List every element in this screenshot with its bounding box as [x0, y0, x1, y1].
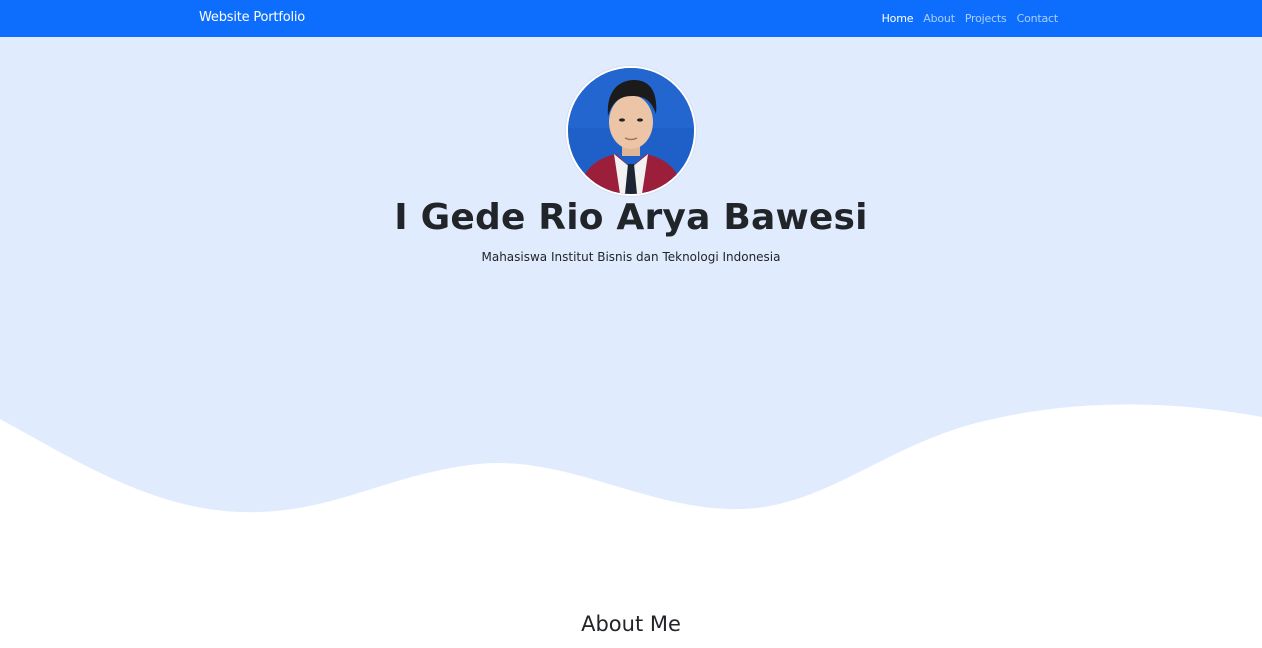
nav-link-contact[interactable]: Contact — [1017, 12, 1059, 25]
nav-link-home[interactable]: Home — [882, 12, 914, 25]
profile-photo — [568, 68, 694, 194]
hero-section: I Gede Rio Arya Bawesi Mahasiswa Institu… — [0, 37, 1262, 537]
about-section-title: About Me — [581, 612, 681, 636]
nav-link-projects[interactable]: Projects — [965, 12, 1007, 25]
nav-link-about[interactable]: About — [923, 12, 955, 25]
profile-avatar — [566, 66, 696, 196]
hero-name: I Gede Rio Arya Bawesi — [394, 197, 868, 238]
hero-subtitle: Mahasiswa Institut Bisnis dan Teknologi … — [481, 250, 781, 264]
navbar-brand[interactable]: Website Portfolio — [199, 10, 305, 25]
navbar: Website Portfolio Home About Projects Co… — [0, 0, 1262, 37]
nav-links: Home About Projects Contact — [882, 12, 1059, 25]
